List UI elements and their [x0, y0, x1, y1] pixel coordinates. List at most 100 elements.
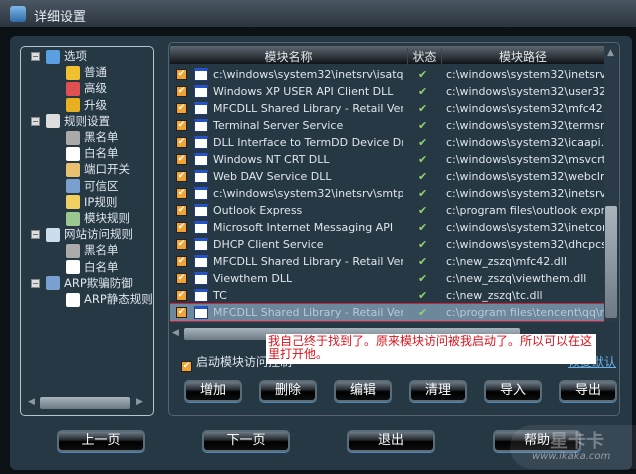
row-checkbox[interactable]: ✔: [176, 188, 187, 199]
clean-button[interactable]: 清理: [409, 380, 467, 402]
tree-item[interactable]: 黑名单: [66, 129, 119, 146]
row-checkbox[interactable]: ✔: [176, 307, 187, 318]
check-icon: ✔: [418, 221, 428, 234]
check-icon: ✔: [418, 153, 428, 166]
module-name: Microsoft Internet Messaging API: [213, 221, 394, 234]
module-path: c:\windows\system32\mfc42.dll: [446, 102, 604, 115]
tree-item-label: 普通: [84, 65, 107, 80]
tree-item[interactable]: − 网站访问规则: [31, 226, 133, 243]
row-checkbox[interactable]: ✔: [176, 120, 187, 131]
row-checkbox[interactable]: ✔: [176, 222, 187, 233]
tree-item[interactable]: 模块规则: [66, 210, 130, 227]
check-icon: ✔: [418, 187, 428, 200]
tree-node-icon: [66, 260, 80, 275]
add-button[interactable]: 增加: [184, 380, 242, 402]
module-name: TC: [213, 289, 227, 302]
edit-button[interactable]: 编辑: [334, 380, 392, 402]
table-row[interactable]: ✔ Terminal Server Service ✔ c:\windows\syst…: [170, 117, 604, 134]
tree-item[interactable]: − 规则设置: [31, 113, 110, 130]
tree-item[interactable]: − ARP欺骗防御: [31, 275, 133, 292]
tree-horizontal-scrollbar[interactable]: ◀ ▶: [26, 396, 148, 410]
scroll-left-icon[interactable]: ◀: [172, 328, 179, 338]
tree-item[interactable]: 高级: [66, 80, 107, 97]
import-button[interactable]: 导入: [484, 380, 542, 402]
table-header: 模块名称 状态 模块路径: [170, 46, 604, 65]
scroll-thumb[interactable]: [40, 397, 130, 409]
scroll-left-icon[interactable]: ◀: [28, 397, 35, 407]
table-row[interactable]: ✔ Windows XP USER API Client DLL ✔ c:\windo…: [170, 83, 604, 100]
tree-item[interactable]: IP规则: [66, 194, 117, 211]
table-row[interactable]: ✔ DHCP Client Service ✔ c:\windows\system32…: [170, 236, 604, 253]
table-row[interactable]: ✔ c:\windows\system32\inetsrv\smtpsv... ✔ c…: [170, 185, 604, 202]
scroll-right-icon[interactable]: ▶: [136, 397, 143, 407]
row-checkbox[interactable]: ✔: [176, 205, 187, 216]
table-row[interactable]: ✔ Microsoft Internet Messaging API ✔ c:\win…: [170, 219, 604, 236]
table-row[interactable]: ✔ Windows NT CRT DLL ✔ c:\windows\system32\…: [170, 151, 604, 168]
scroll-up-icon[interactable]: ▲: [607, 48, 614, 58]
tree-item[interactable]: 白名单: [66, 259, 119, 276]
tree-item-label: 网站访问规则: [64, 227, 133, 242]
exit-button[interactable]: 退出: [347, 430, 435, 452]
tree-item-label: 模块规则: [84, 211, 130, 225]
check-icon: ✔: [418, 102, 428, 115]
check-icon: ✔: [418, 204, 428, 217]
checkbox-checked-icon[interactable]: ✔: [181, 361, 192, 372]
table-row[interactable]: ✔ MFCDLL Shared Library - Retail Version ✔…: [170, 100, 604, 117]
tree-item[interactable]: 可信区: [66, 178, 119, 195]
tree-item[interactable]: − 选项: [31, 48, 87, 65]
row-checkbox[interactable]: ✔: [176, 239, 187, 250]
tree-item[interactable]: 白名单: [66, 145, 119, 162]
check-icon: ✔: [418, 119, 428, 132]
tree-item[interactable]: ARP静态规则: [66, 291, 153, 308]
scroll-thumb[interactable]: [605, 206, 617, 318]
row-checkbox[interactable]: ✔: [176, 86, 187, 97]
tree-item[interactable]: 黑名单: [66, 242, 119, 259]
table-row[interactable]: ✔ Web DAV Service DLL ✔ c:\windows\system32…: [170, 168, 604, 185]
module-icon: [194, 187, 208, 200]
table-row[interactable]: ✔ DLL Interface to TermDD Device Driver ✔ c…: [170, 134, 604, 151]
row-checkbox[interactable]: ✔: [176, 273, 187, 284]
prev-page-button[interactable]: 上一页: [57, 430, 145, 452]
delete-button[interactable]: 删除: [259, 380, 317, 402]
tree-item[interactable]: 端口开关: [66, 161, 130, 178]
column-header-status[interactable]: 状态: [408, 48, 442, 65]
next-page-button[interactable]: 下一页: [202, 430, 290, 452]
module-name: DLL Interface to TermDD Device Driver: [213, 136, 403, 149]
collapse-icon[interactable]: −: [31, 278, 40, 288]
row-checkbox[interactable]: ✔: [176, 69, 187, 80]
table-row[interactable]: ✔ Outlook Express ✔ c:\program files\outloo…: [170, 202, 604, 219]
table-row[interactable]: ✔ TC ✔ c:\new_zszq\tc.dll: [170, 287, 604, 304]
tree-item[interactable]: 普通: [66, 64, 107, 81]
tree-node-icon: [46, 276, 60, 291]
tree-item-label: 可信区: [84, 178, 119, 193]
tree-node-icon: [66, 146, 80, 161]
module-icon: [194, 238, 208, 251]
check-icon: ✔: [418, 170, 428, 183]
row-checkbox[interactable]: ✔: [176, 256, 187, 267]
table-row[interactable]: ✔ c:\windows\system32\inetsrv\isatq.dll ✔ c…: [170, 66, 604, 83]
row-checkbox[interactable]: ✔: [176, 154, 187, 165]
tree-item-label: 端口开关: [84, 162, 130, 177]
collapse-icon[interactable]: −: [31, 116, 40, 126]
collapse-icon[interactable]: −: [31, 52, 40, 61]
module-path: c:\windows\system32\inetsrv\isa: [446, 68, 604, 81]
column-header-path[interactable]: 模块路径: [442, 48, 604, 65]
row-checkbox[interactable]: ✔: [176, 290, 187, 301]
table-row[interactable]: ✔ MFCDLL Shared Library - Retail Version ✔…: [170, 253, 604, 270]
table-vertical-scrollbar[interactable]: ▲: [604, 46, 618, 322]
collapse-icon[interactable]: −: [31, 230, 40, 240]
row-checkbox[interactable]: ✔: [176, 103, 187, 114]
tree-node-icon: [66, 195, 80, 210]
table-row[interactable]: ✔ MFCDLL Shared Library - Retail Version ✔…: [170, 303, 604, 322]
tree-node-icon: [66, 130, 80, 145]
tree-item-label: 选项: [64, 49, 87, 63]
row-checkbox[interactable]: ✔: [176, 137, 187, 148]
tree-item[interactable]: 升级: [66, 97, 107, 114]
module-path: c:\windows\system32\msvcrt.dll: [446, 153, 604, 166]
tree-item-label: ARP静态规则: [84, 292, 153, 306]
column-header-name[interactable]: 模块名称: [170, 48, 408, 65]
row-checkbox[interactable]: ✔: [176, 171, 187, 182]
table-row[interactable]: ✔ Viewthem DLL ✔ c:\new_zszq\viewthem.dll: [170, 270, 604, 287]
export-button[interactable]: 导出: [559, 380, 617, 402]
module-name: Windows XP USER API Client DLL: [213, 85, 394, 98]
